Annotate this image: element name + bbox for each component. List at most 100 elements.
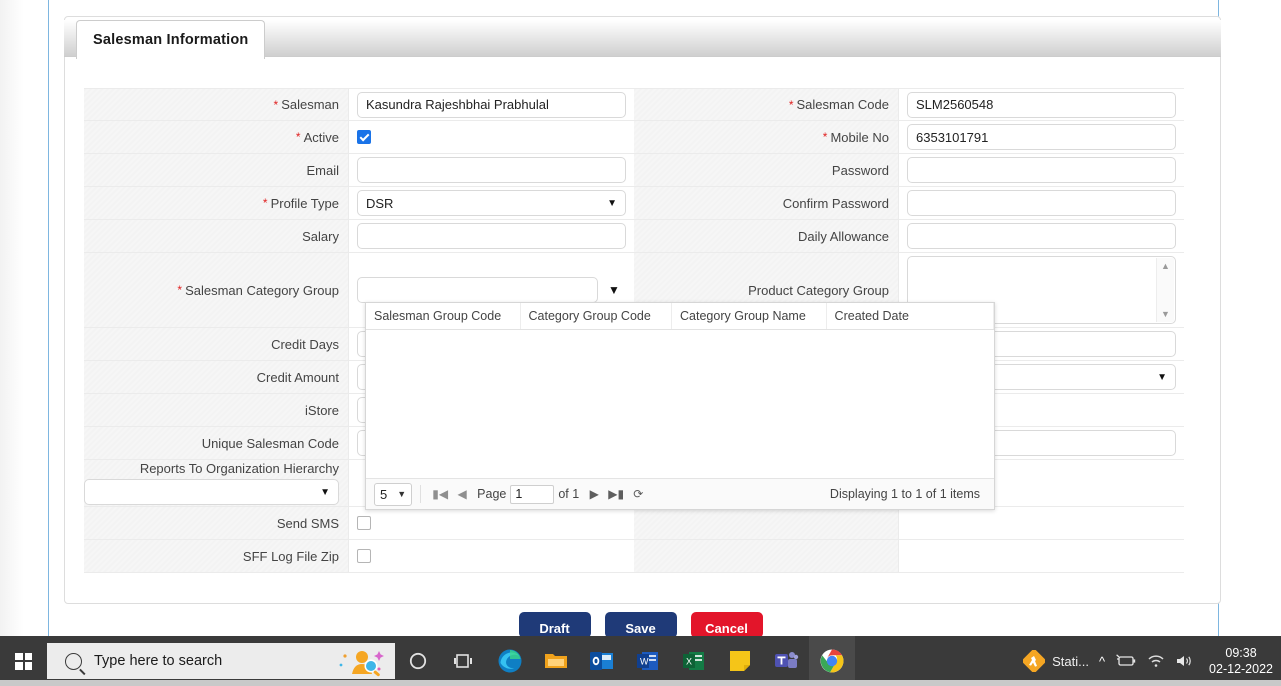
form-row: Email Password [84,154,1184,187]
chevron-down-icon: ▼ [397,489,407,499]
windows-start-icon[interactable] [0,636,47,686]
chevron-down-icon: ▼ [320,486,330,498]
credit-days-label: Credit Days [84,328,349,360]
label-text: Credit Days [271,336,339,352]
empty-label [634,507,899,539]
daily-allowance-input[interactable] [907,223,1176,249]
refresh-icon[interactable]: ⟳ [627,483,649,505]
sticky-notes-icon[interactable] [717,636,763,686]
confirm-password-field [899,187,1184,219]
page-number-input[interactable] [510,484,555,504]
task-view-icon[interactable] [441,636,487,686]
reports-to-organization-hierarchy-select[interactable]: ▼ [84,479,339,505]
password-input[interactable] [907,157,1176,183]
label-text: Daily Allowance [797,228,889,244]
salesman-field [349,89,634,120]
battery-icon[interactable] [1115,654,1137,668]
wifi-icon[interactable] [1147,654,1165,668]
system-tray: Stati... ^ 09:38 02-12-2022 [1023,636,1281,686]
label-text: Profile Type [270,195,339,211]
chevron-down-icon: ▼ [1157,371,1167,383]
taskbar-bottom-edge [0,680,1281,686]
profile-type-value: DSR [366,195,394,211]
lookup-column-header[interactable]: Category Group Code [521,303,673,329]
label-text: Product Category Group [748,282,889,298]
draft-button[interactable]: Draft [518,612,591,636]
statistics-app-icon[interactable]: Stati... [1023,650,1089,672]
next-page-icon[interactable]: ▶ [583,483,605,505]
salary-input[interactable] [357,223,626,249]
salesman-category-group-label: * Salesman Category Group [84,253,349,327]
microsoft-teams-icon[interactable] [763,636,809,686]
active-field [349,121,634,153]
send-sms-checkbox[interactable] [357,516,371,530]
salesman-code-input[interactable] [907,91,1176,118]
active-checkbox[interactable] [357,130,371,144]
cortana-people-search-icon [339,651,384,677]
chevron-down-icon[interactable]: ▼ [602,278,626,302]
outlook-icon[interactable] [579,636,625,686]
google-chrome-icon[interactable] [809,636,855,686]
tab-salesman-information[interactable]: Salesman Information [76,20,266,59]
page-label: Page [477,487,507,501]
mobile-no-input[interactable] [907,124,1176,150]
file-explorer-icon[interactable] [533,636,579,686]
excel-icon[interactable]: X [671,636,717,686]
required-asterisk: * [822,130,828,144]
lookup-column-header[interactable]: Created Date [827,303,995,329]
product-category-group-scrollbar[interactable]: ▲ ▼ [1156,258,1174,322]
first-page-icon[interactable]: ▮◀ [429,483,451,505]
previous-page-icon[interactable]: ◀ [451,483,473,505]
email-input[interactable] [357,157,626,183]
scroll-up-icon[interactable]: ▲ [1161,261,1170,271]
required-asterisk: * [177,283,183,297]
salary-field [349,220,634,252]
tab-label: Salesman Information [93,32,249,48]
send-sms-label: Send SMS [84,507,349,539]
search-input[interactable]: Type here to search [47,643,395,679]
sff-log-file-zip-label: SFF Log File Zip [84,540,349,572]
form-row: SFF Log File Zip [84,540,1184,573]
unique-salesman-code-label: Unique Salesman Code [84,427,349,459]
cancel-button[interactable]: Cancel [690,612,763,636]
label-text: SFF Log File Zip [242,548,339,564]
page-left-shade [0,0,24,636]
salesman-category-group-input[interactable] [357,277,598,303]
salesman-input[interactable] [357,91,626,118]
daily-allowance-field [899,220,1184,252]
save-button[interactable]: Save [604,612,677,636]
taskbar-clock[interactable]: 09:38 02-12-2022 [1203,645,1273,677]
label-text: Unique Salesman Code [201,435,339,451]
form-row: Salary Daily Allowance [84,220,1184,253]
cortana-circle-icon[interactable] [395,636,441,686]
lookup-column-header[interactable]: Category Group Name [672,303,827,329]
required-asterisk: * [295,130,301,144]
taskbar-app-buttons: WX [395,636,855,686]
form-row: Send SMS [84,507,1184,540]
confirm-password-input[interactable] [907,190,1176,216]
volume-icon[interactable] [1175,654,1193,668]
istore-label: iStore [84,394,349,426]
empty-label [634,540,899,572]
show-hidden-icons-icon[interactable]: ^ [1099,654,1105,669]
sff-log-file-zip-checkbox[interactable] [357,549,371,563]
salesman-category-group-lookup[interactable]: ▼ [357,277,626,303]
pager-divider [420,485,422,503]
svg-text:W: W [640,657,649,667]
svg-text:X: X [686,657,692,667]
active-label: * Active [84,121,349,153]
required-asterisk: * [273,97,279,112]
microsoft-edge-icon[interactable] [487,636,533,686]
page-size-select[interactable]: 5 ▼ [374,482,413,506]
lookup-column-header[interactable]: Salesman Group Code [366,303,521,329]
last-page-icon[interactable]: ▶▮ [605,483,627,505]
form-row: *Salesman*Salesman Code [84,88,1184,121]
confirm-password-label: Confirm Password [634,187,899,219]
word-icon[interactable]: W [625,636,671,686]
send-sms-field [349,507,634,539]
lookup-grid-header: Salesman Group Code Category Group Code Ca… [366,303,995,330]
label-text: Credit Amount [256,369,339,385]
scroll-down-icon[interactable]: ▼ [1161,309,1170,319]
email-label: Email [84,154,349,186]
profile-type-select[interactable]: DSR ▼ [357,190,626,216]
